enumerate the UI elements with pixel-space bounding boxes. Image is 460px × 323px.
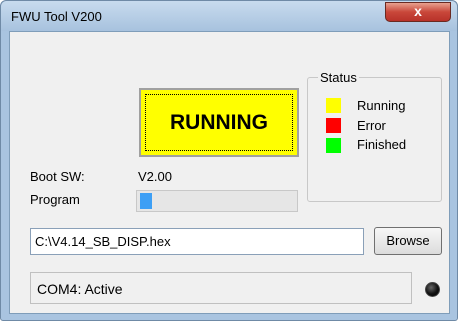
running-indicator-label: RUNNING xyxy=(145,94,293,151)
close-button[interactable]: x xyxy=(385,2,451,22)
connection-led-icon xyxy=(425,282,440,297)
status-group: Status Running Error Finished xyxy=(307,70,442,202)
legend-finished-label: Finished xyxy=(357,137,407,152)
running-indicator: RUNNING xyxy=(139,88,299,157)
running-color-swatch xyxy=(326,98,341,113)
file-path-input[interactable] xyxy=(30,228,364,255)
finished-color-swatch xyxy=(326,138,341,153)
legend-running-label: Running xyxy=(357,98,406,113)
client-area: RUNNING Status Running Error Finished Bo… xyxy=(9,31,450,314)
boot-sw-value: V2.00 xyxy=(138,169,172,184)
status-group-title: Status xyxy=(318,70,359,85)
browse-button[interactable]: Browse xyxy=(374,227,442,255)
connection-status-text: COM4: Active xyxy=(37,281,123,297)
program-label: Program xyxy=(30,192,80,207)
legend-error-label: Error xyxy=(357,118,386,133)
window-title: FWU Tool V200 xyxy=(11,9,102,24)
boot-sw-label: Boot SW: xyxy=(30,169,85,184)
program-progress-fill xyxy=(140,193,152,209)
error-color-swatch xyxy=(326,118,341,133)
close-icon: x xyxy=(414,3,422,19)
status-bar: COM4: Active xyxy=(30,272,412,304)
title-bar[interactable]: FWU Tool V200 x xyxy=(1,1,457,31)
program-progress-bar xyxy=(136,190,298,212)
app-window: FWU Tool V200 x RUNNING Status Running E… xyxy=(0,0,458,321)
